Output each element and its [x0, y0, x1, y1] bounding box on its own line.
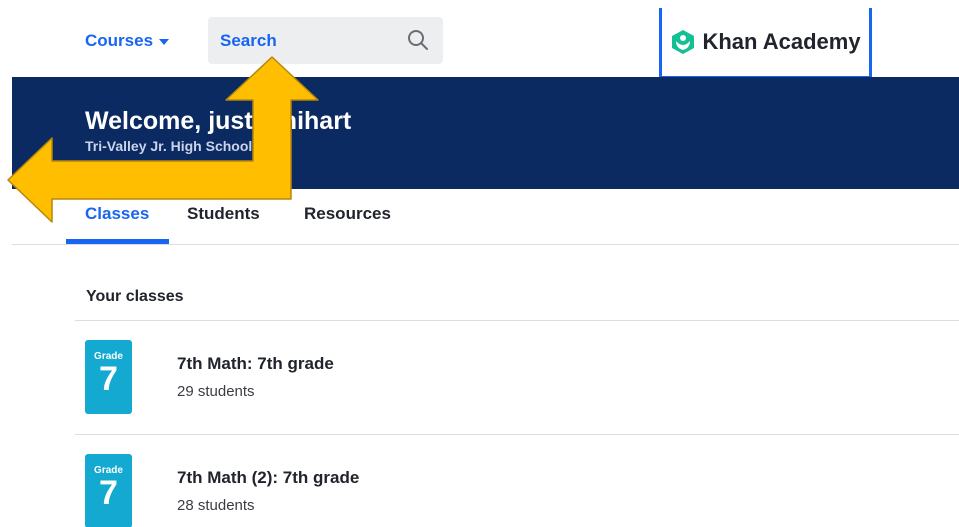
welcome-heading: Welcome, justin.hihart — [85, 107, 352, 135]
tab-resources[interactable]: Resources — [304, 204, 391, 224]
khan-academy-logo-icon — [672, 30, 695, 54]
school-name: Tri-Valley Jr. High School 103 — [85, 138, 280, 154]
grade-number: 7 — [99, 360, 118, 398]
tab-classes[interactable]: Classes — [85, 204, 149, 224]
grade-tile: Grade 7 — [85, 454, 132, 527]
logo-text: Khan Academy — [702, 29, 861, 54]
section-title: Your classes — [86, 288, 184, 305]
tab-students[interactable]: Students — [187, 204, 260, 224]
welcome-banner: Welcome, justin.hihart Tri-Valley Jr. Hi… — [12, 77, 959, 189]
tab-bar: Classes Students Resources — [12, 189, 959, 245]
grade-number: 7 — [99, 474, 118, 512]
grade-tile: Grade 7 — [85, 340, 132, 414]
search-input[interactable]: Search — [208, 17, 443, 64]
search-label: Search — [220, 30, 277, 50]
chevron-down-icon — [159, 39, 170, 45]
courses-label: Courses — [85, 31, 154, 50]
courses-menu[interactable]: Courses — [85, 30, 170, 52]
search-icon — [408, 30, 428, 50]
grade-label: Grade — [94, 465, 123, 476]
student-count: 29 students — [177, 383, 255, 400]
class-row[interactable]: Grade 7 7th Math: 7th grade 29 students — [75, 321, 959, 421]
active-tab-indicator — [66, 239, 169, 244]
student-count: 28 students — [177, 497, 255, 514]
class-name: 7th Math: 7th grade — [177, 354, 334, 373]
class-row[interactable]: Grade 7 7th Math (2): 7th grade 28 stude… — [75, 435, 959, 527]
khan-academy-logo-link[interactable]: Khan Academy — [659, 8, 872, 79]
class-name: 7th Math (2): 7th grade — [177, 468, 360, 487]
grade-label: Grade — [94, 351, 123, 362]
